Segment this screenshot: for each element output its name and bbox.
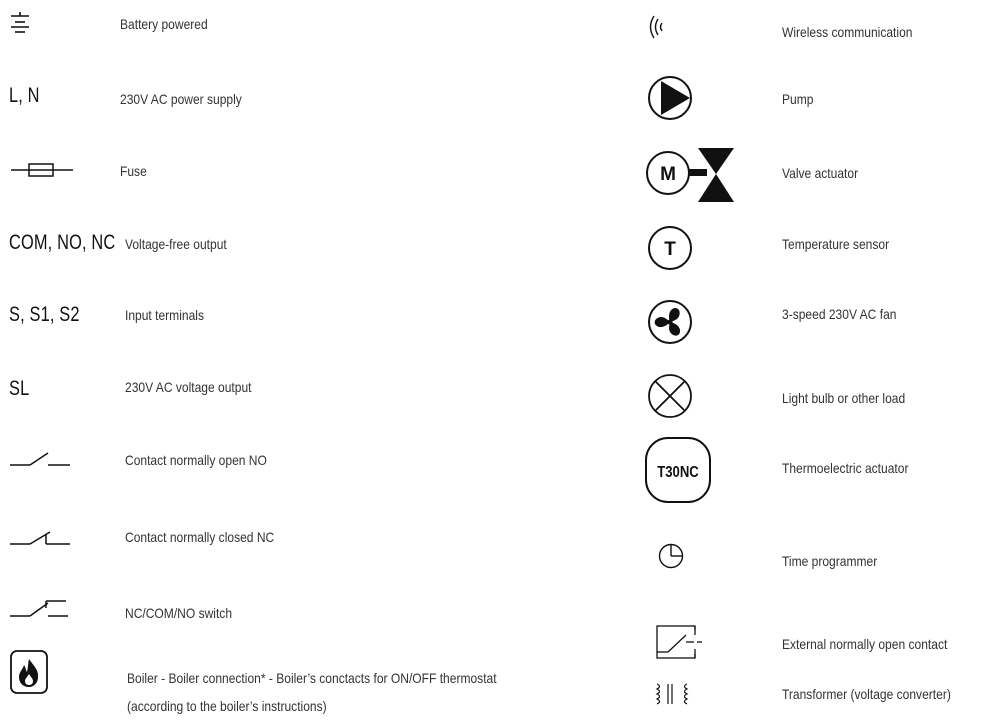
power-terminals-symbol: L, N: [9, 84, 40, 107]
temperature-sensor-icon: T: [648, 226, 692, 270]
battery-label: Battery powered: [120, 16, 208, 32]
contact-nc-label: Contact normally closed NC: [125, 529, 275, 545]
input-terminals-symbol: S, S1, S2: [9, 303, 80, 326]
fuse-label: Fuse: [120, 163, 147, 179]
fan-label: 3-speed 230V AC fan: [782, 306, 897, 322]
temperature-sensor-letter: T: [664, 239, 676, 260]
power-supply-label: 230V AC power supply: [120, 91, 242, 107]
valve-actuator-icon: M: [646, 148, 734, 202]
boiler-label-line1: Boiler - Boiler connection* - Boiler’s c…: [127, 670, 497, 686]
light-bulb-label: Light bulb or other load: [782, 390, 906, 406]
voltage-output-label: 230V AC voltage output: [125, 379, 252, 395]
time-programmer-label: Time programmer: [782, 553, 878, 569]
thermoelectric-actuator-text: T30NC: [657, 464, 699, 481]
wireless-label: Wireless communication: [782, 24, 913, 40]
pump-icon: [648, 76, 692, 120]
fan-icon: [648, 300, 692, 344]
wireless-icon: [649, 15, 663, 39]
clock-icon: [658, 543, 684, 569]
voltage-free-label: Voltage-free output: [125, 236, 227, 252]
external-contact-label: External normally open contact: [782, 636, 948, 652]
valve-actuator-label: Valve actuator: [782, 165, 859, 181]
battery-icon: [11, 12, 29, 33]
contact-no-icon: [10, 452, 70, 466]
boiler-label-line2: (according to the boiler’s instructions): [127, 698, 327, 714]
voltage-free-symbol: COM, NO, NC: [9, 231, 116, 254]
fuse-icon: [11, 163, 73, 177]
switch-icon: [10, 600, 68, 617]
thermoelectric-actuator-icon: T30NC: [645, 437, 711, 503]
transformer-label: Transformer (voltage converter): [782, 686, 951, 702]
boiler-flame-icon: [10, 650, 48, 694]
light-bulb-icon: [648, 374, 692, 418]
transformer-icon: [655, 683, 689, 705]
external-contact-icon: [656, 625, 702, 659]
contact-nc-icon: [10, 531, 70, 545]
temperature-sensor-label: Temperature sensor: [782, 236, 890, 252]
switch-label: NC/COM/NO switch: [125, 605, 233, 621]
valve-actuator-letter: M: [660, 164, 676, 185]
thermoelectric-actuator-label: Thermoelectric actuator: [782, 460, 909, 476]
voltage-output-symbol: SL: [9, 377, 30, 400]
contact-no-label: Contact normally open NO: [125, 452, 267, 468]
pump-label: Pump: [782, 91, 814, 107]
input-terminals-label: Input terminals: [125, 307, 204, 323]
